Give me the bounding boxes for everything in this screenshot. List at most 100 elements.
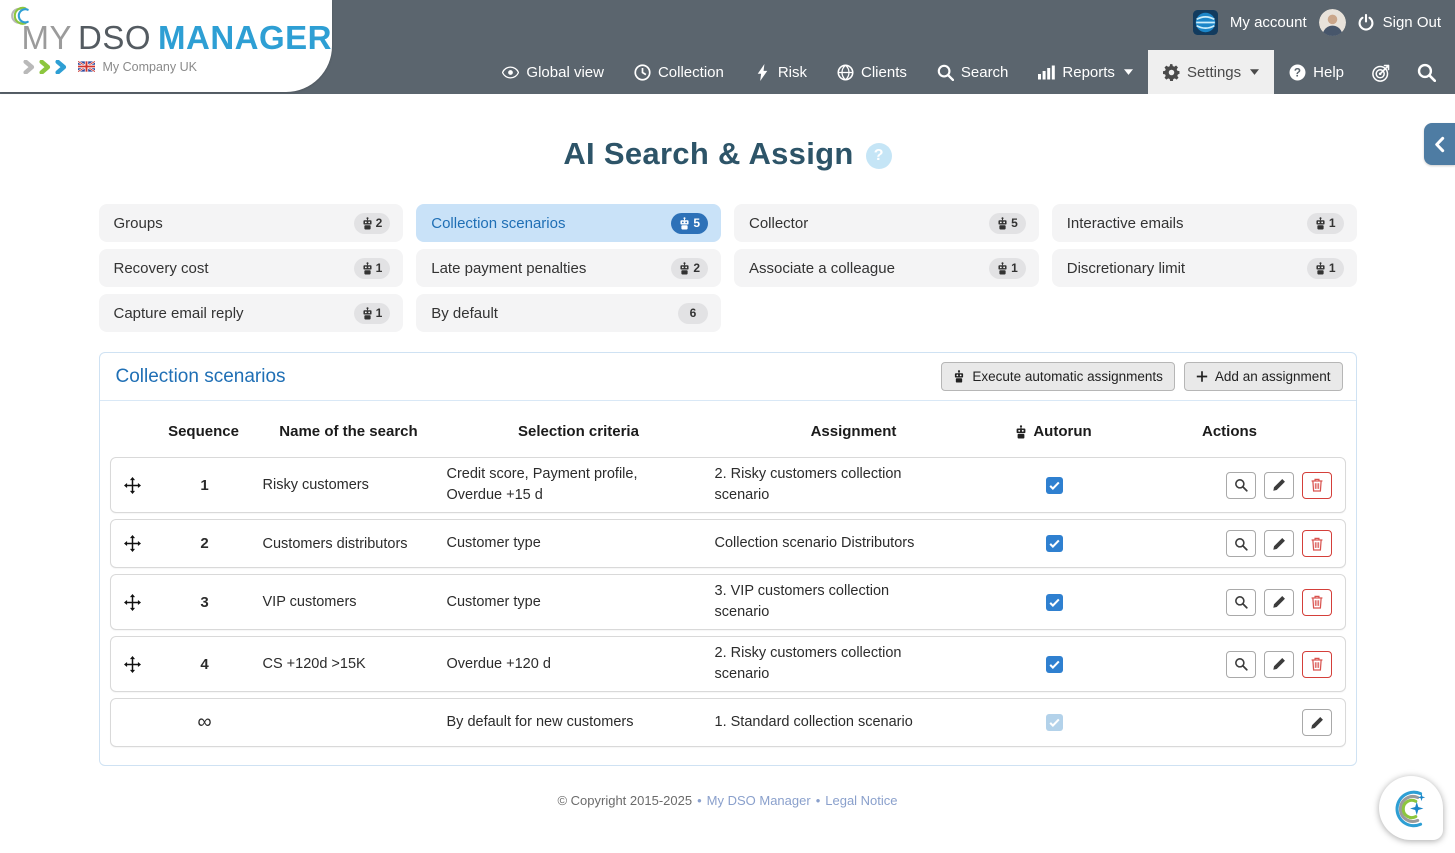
- ai-assistant-button[interactable]: [1379, 776, 1443, 840]
- filter-tag-recovery-cost[interactable]: Recovery cost 1: [98, 249, 404, 287]
- nav-item-clients[interactable]: Clients: [822, 50, 922, 94]
- collection-scenarios-panel: Collection scenarios Execute automatic a…: [98, 352, 1357, 767]
- robot-icon: [362, 306, 373, 320]
- view-button[interactable]: [1225, 650, 1256, 678]
- edit-button[interactable]: [1301, 709, 1332, 737]
- brand-link[interactable]: My DSO Manager: [707, 793, 811, 808]
- account-app-icon[interactable]: [1192, 10, 1218, 35]
- delete-button[interactable]: [1301, 588, 1332, 616]
- count-badge: 2: [353, 212, 391, 234]
- nav-item-help[interactable]: ? Help: [1274, 50, 1359, 94]
- execute-assignments-button[interactable]: Execute automatic assignments: [941, 362, 1175, 391]
- delete-button[interactable]: [1301, 471, 1332, 499]
- app-logo[interactable]: MY DSO MANAGER My Company UK: [0, 0, 332, 92]
- eye-icon: [502, 64, 520, 81]
- nav-item-risk[interactable]: Risk: [739, 50, 822, 94]
- autorun-checkbox[interactable]: [1046, 593, 1063, 611]
- count-badge: 1: [353, 302, 391, 324]
- ai-sparkle-icon: [1389, 786, 1433, 830]
- page-title: AI Search & Assign: [563, 136, 854, 171]
- header-actions: Actions: [1201, 423, 1257, 440]
- edit-button[interactable]: [1263, 530, 1294, 558]
- robot-icon: [997, 261, 1008, 275]
- copyright-text: © Copyright 2015-2025: [557, 793, 693, 809]
- user-avatar[interactable]: [1318, 9, 1346, 36]
- power-icon: [1358, 14, 1374, 31]
- robot-icon: [997, 216, 1008, 230]
- uk-flag-icon: [78, 61, 96, 72]
- delete-button[interactable]: [1301, 530, 1332, 558]
- robot-icon: [679, 261, 690, 275]
- view-button[interactable]: [1225, 471, 1256, 499]
- assignment-value: Collection scenario Distributors: [714, 535, 915, 552]
- header-autorun: Autorun: [994, 423, 1114, 440]
- nav-item-collection[interactable]: Collection: [619, 50, 739, 94]
- help-icon[interactable]: ?: [865, 143, 892, 169]
- robot-icon: [362, 261, 373, 275]
- account-bar: My account Sign Out: [1192, 9, 1441, 36]
- target-icon[interactable]: [1359, 50, 1404, 94]
- nav-item-reports[interactable]: Reports: [1023, 50, 1148, 94]
- edit-button[interactable]: [1263, 471, 1294, 499]
- table-row: 3 VIP customers Customer type 3. VIP cus…: [109, 574, 1346, 631]
- clock-icon: [634, 63, 651, 81]
- assignment-value: 3. VIP customers collection scenario: [714, 583, 890, 621]
- nav-item-global-view[interactable]: Global view: [487, 50, 619, 94]
- assignment-value: 2. Risky customers collection scenario: [714, 466, 902, 504]
- plus-icon: [1196, 370, 1208, 383]
- robot-icon: [679, 216, 690, 230]
- filter-tag-late-payment-penalties[interactable]: Late payment penalties 2: [416, 249, 721, 287]
- assignment-value: 2. Risky customers collection scenario: [714, 645, 902, 683]
- filter-tag-by-default[interactable]: By default 6: [416, 294, 721, 332]
- sign-out-button[interactable]: Sign Out: [1358, 14, 1441, 31]
- autorun-checkbox[interactable]: [1046, 655, 1063, 673]
- move-handle-icon[interactable]: [124, 655, 141, 673]
- move-handle-icon[interactable]: [124, 535, 141, 553]
- count-badge: 2: [671, 257, 708, 279]
- filter-tag-collector[interactable]: Collector 5: [734, 204, 1039, 242]
- sequence-value: ∞: [197, 711, 212, 734]
- move-handle-icon[interactable]: [124, 476, 141, 494]
- autorun-checkbox[interactable]: [1046, 714, 1063, 732]
- company-name: My Company UK: [102, 59, 197, 74]
- header-sequence: Sequence: [168, 423, 239, 440]
- filter-tag-collection-scenarios[interactable]: Collection scenarios 5: [416, 204, 721, 242]
- view-button[interactable]: [1225, 530, 1256, 558]
- check-icon: [1049, 598, 1060, 607]
- filter-tag-discretionary-limit[interactable]: Discretionary limit 1: [1051, 249, 1357, 287]
- edit-button[interactable]: [1263, 588, 1294, 616]
- search-name: Risky customers: [262, 477, 369, 494]
- autorun-checkbox[interactable]: [1046, 476, 1063, 494]
- globe-icon: [837, 63, 854, 81]
- nav-item-search[interactable]: Search: [922, 50, 1024, 94]
- search-icon[interactable]: [1404, 50, 1449, 94]
- search-icon: [937, 64, 954, 81]
- main-content: AI Search & Assign ? Groups 2 Collection…: [98, 136, 1357, 809]
- search-name: CS +120d >15K: [262, 656, 366, 673]
- side-panel-toggle[interactable]: [1424, 123, 1455, 165]
- filter-tag-interactive-emails[interactable]: Interactive emails 1: [1051, 204, 1357, 242]
- my-account-button[interactable]: My account: [1230, 14, 1307, 31]
- filter-tag-associate-a-colleague[interactable]: Associate a colleague 1: [734, 249, 1039, 287]
- edit-button[interactable]: [1263, 650, 1294, 678]
- sequence-value: 4: [200, 655, 209, 673]
- search-name: VIP customers: [262, 594, 357, 611]
- move-handle-icon[interactable]: [124, 593, 141, 611]
- view-button[interactable]: [1225, 588, 1256, 616]
- add-assignment-button[interactable]: Add an assignment: [1183, 362, 1343, 391]
- check-icon: [1049, 539, 1060, 549]
- delete-button[interactable]: [1301, 650, 1332, 678]
- sequence-value: 2: [200, 535, 209, 553]
- chevron-down-icon: [1250, 69, 1260, 75]
- chart-icon: [1038, 64, 1056, 81]
- question-icon: ?: [1289, 64, 1306, 81]
- sequence-value: 3: [200, 593, 209, 611]
- logo-chevrons-icon: [23, 59, 71, 74]
- filter-tag-groups[interactable]: Groups 2: [98, 204, 404, 242]
- legal-notice-link[interactable]: Legal Notice: [825, 793, 897, 808]
- count-badge: 5: [671, 212, 708, 234]
- autorun-checkbox[interactable]: [1046, 535, 1063, 553]
- nav-item-settings[interactable]: Settings: [1147, 50, 1275, 94]
- filter-tag-capture-email-reply[interactable]: Capture email reply 1: [98, 294, 404, 332]
- check-icon: [1049, 481, 1060, 490]
